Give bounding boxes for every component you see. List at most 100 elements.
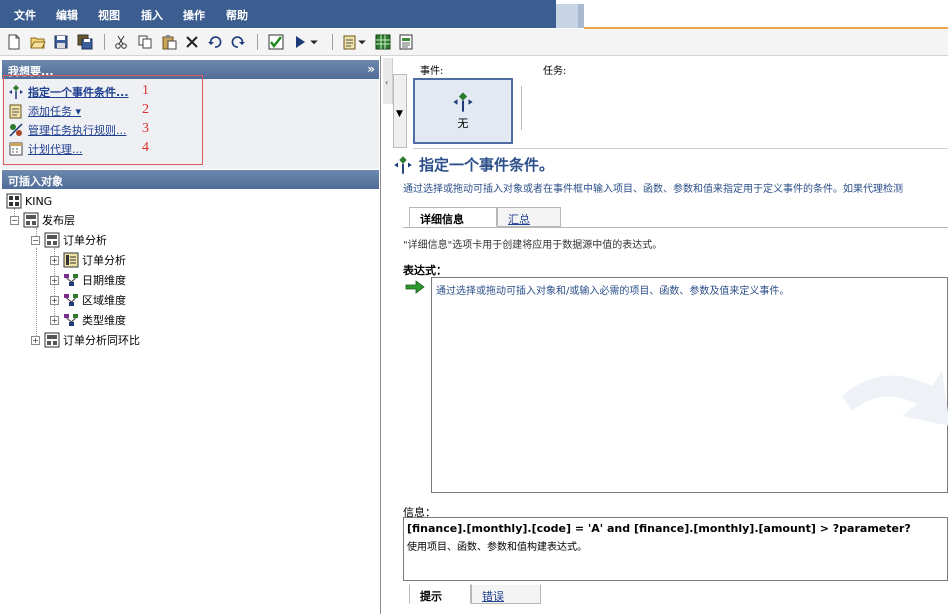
menubar-decoration: [556, 4, 578, 28]
redo-icon[interactable]: [229, 33, 247, 51]
annotation-number: 4: [142, 140, 149, 155]
grid-icon[interactable]: [374, 33, 392, 51]
menu-edit[interactable]: 编辑: [56, 7, 78, 23]
menu-insert[interactable]: 插入: [141, 7, 163, 23]
tab-summary[interactable]: 汇总: [497, 207, 561, 227]
event-list-scroll[interactable]: ▼: [393, 74, 407, 148]
menu-help[interactable]: 帮助: [226, 7, 248, 23]
wish-panel: 指定一个事件条件... 添加任务 ▾ 管理任务执行规则... 计划代理... 1…: [2, 79, 379, 169]
tree-node-label: 订单分析: [82, 254, 126, 267]
tree-node-date-dimension[interactable]: + 日期维度: [50, 271, 126, 289]
details-note: "详细信息"选项卡用于创建将应用于数据源中值的表达式。: [403, 240, 663, 251]
package-icon: [23, 212, 39, 228]
menubar-decoration: [578, 4, 584, 28]
schedule-icon: [9, 142, 23, 156]
collapse-left-icon[interactable]: ‹: [385, 78, 388, 87]
paste-icon[interactable]: [160, 33, 178, 51]
wish-item-label[interactable]: 计划代理...: [28, 141, 83, 157]
package-icon: [44, 332, 60, 348]
panel-splitter[interactable]: ‹: [383, 58, 393, 104]
divider: [413, 148, 948, 149]
tree-node-region-dimension[interactable]: + 区域维度: [50, 291, 126, 309]
run-menu-icon[interactable]: [308, 33, 320, 51]
annotation-number: 3: [142, 121, 149, 136]
expand-toggle-icon[interactable]: +: [50, 255, 59, 265]
wish-item-manage-rules[interactable]: 管理任务执行规则...: [8, 122, 127, 138]
tree-node-king[interactable]: KING: [6, 192, 52, 210]
insertable-objects-title: 可插入对象: [8, 175, 63, 188]
toolbar-separator: [257, 34, 258, 50]
delete-icon[interactable]: [183, 33, 201, 51]
tree-connector: [36, 248, 37, 340]
tree-node-label: 订单分析: [63, 234, 107, 247]
wish-panel-header: 我想要... »: [2, 60, 379, 79]
section-title-row: 指定一个事件条件。: [393, 154, 554, 175]
section-title: 指定一个事件条件。: [419, 156, 555, 174]
tabs-baseline: [403, 227, 948, 228]
event-tile[interactable]: 无: [413, 78, 513, 144]
tab-details[interactable]: 详细信息: [409, 207, 497, 227]
run-icon[interactable]: [291, 33, 309, 51]
new-icon[interactable]: [5, 33, 23, 51]
info-box: [finance].[monthly].[code] = 'A' and [fi…: [403, 517, 948, 581]
undo-icon[interactable]: [206, 33, 224, 51]
tree-node-label: 日期维度: [82, 274, 126, 287]
cut-icon[interactable]: [112, 33, 130, 51]
properties-menu-icon[interactable]: [356, 33, 368, 51]
menu-view[interactable]: 视图: [98, 7, 120, 23]
dropdown-arrow-icon[interactable]: ▼: [396, 109, 403, 119]
rules-icon: [9, 123, 23, 137]
menu-actions[interactable]: 操作: [183, 7, 205, 23]
report-icon[interactable]: [397, 33, 415, 51]
task-label: 任务:: [543, 66, 567, 77]
annotation-number: 2: [142, 102, 149, 117]
wish-item-schedule-agent[interactable]: 计划代理...: [8, 141, 83, 157]
save-all-icon[interactable]: [76, 33, 94, 51]
tab-errors[interactable]: 错误: [471, 584, 541, 604]
right-panel: ‹ ▼ 事件: 任务: 无 指定一个事件条件。 通过选择或拖动可插入对象或者在事…: [383, 56, 948, 614]
copy-icon[interactable]: [136, 33, 154, 51]
event-condition-icon: [394, 155, 412, 174]
event-tile-label: 无: [457, 117, 469, 130]
info-expression: [finance].[monthly].[code] = 'A' and [fi…: [407, 522, 911, 535]
insertable-objects-header: 可插入对象: [2, 170, 379, 189]
event-label: 事件:: [420, 66, 444, 77]
expand-toggle-icon[interactable]: +: [31, 335, 40, 345]
tree-node-order-yoy[interactable]: + 订单分析同环比: [31, 331, 140, 349]
collapse-toggle-icon[interactable]: −: [10, 215, 19, 225]
tree-node-label: 区域维度: [82, 294, 126, 307]
collapse-icon[interactable]: »: [367, 62, 375, 76]
expand-toggle-icon[interactable]: +: [50, 315, 59, 325]
validate-icon[interactable]: [267, 33, 285, 51]
wish-item-label[interactable]: 指定一个事件条件...: [28, 84, 129, 100]
dimension-icon: [64, 314, 78, 326]
annotation-number: 1: [142, 83, 149, 98]
toolbar-separator: [332, 34, 333, 50]
insert-arrow-icon[interactable]: [405, 280, 425, 294]
tree-node-label: KING: [25, 194, 53, 208]
task-divider: [521, 86, 522, 130]
tree-node-type-dimension[interactable]: + 类型维度: [50, 311, 126, 329]
tree-node-order-analysis-folder[interactable]: − 订单分析: [31, 231, 107, 249]
save-icon[interactable]: [52, 33, 70, 51]
menu-file[interactable]: 文件: [14, 7, 36, 23]
wish-item-specify-event[interactable]: 指定一个事件条件...: [8, 84, 129, 100]
open-icon[interactable]: [29, 33, 47, 51]
tree-node-publish-layer[interactable]: − 发布层: [10, 211, 75, 229]
wish-item-label[interactable]: 添加任务 ▾: [28, 103, 81, 119]
expand-toggle-icon[interactable]: +: [50, 275, 59, 285]
collapse-toggle-icon[interactable]: −: [31, 235, 40, 245]
insertable-objects-tree: KING − 发布层 − 订单分析 + 订单分析 + 日期维度 + 区域维度 +…: [2, 190, 379, 610]
tree-node-label: 订单分析同环比: [63, 334, 140, 347]
wish-item-add-task[interactable]: 添加任务 ▾: [8, 103, 81, 119]
query-subject-icon: [63, 252, 79, 268]
expression-editor[interactable]: 通过选择或拖动可插入对象和/或输入必需的项目、函数、参数及值来定义事件。: [431, 277, 948, 493]
task-icon: [9, 104, 22, 119]
wish-item-label[interactable]: 管理任务执行规则...: [28, 122, 127, 138]
tab-hints[interactable]: 提示: [409, 584, 471, 604]
expand-toggle-icon[interactable]: +: [50, 295, 59, 305]
drag-hint-arrow-icon: [842, 371, 948, 426]
left-panel: 我想要... » 指定一个事件条件... 添加任务 ▾ 管理任务执行规则... …: [0, 56, 381, 614]
tree-node-order-analysis-query[interactable]: + 订单分析: [50, 251, 126, 269]
server-icon: [6, 193, 22, 209]
